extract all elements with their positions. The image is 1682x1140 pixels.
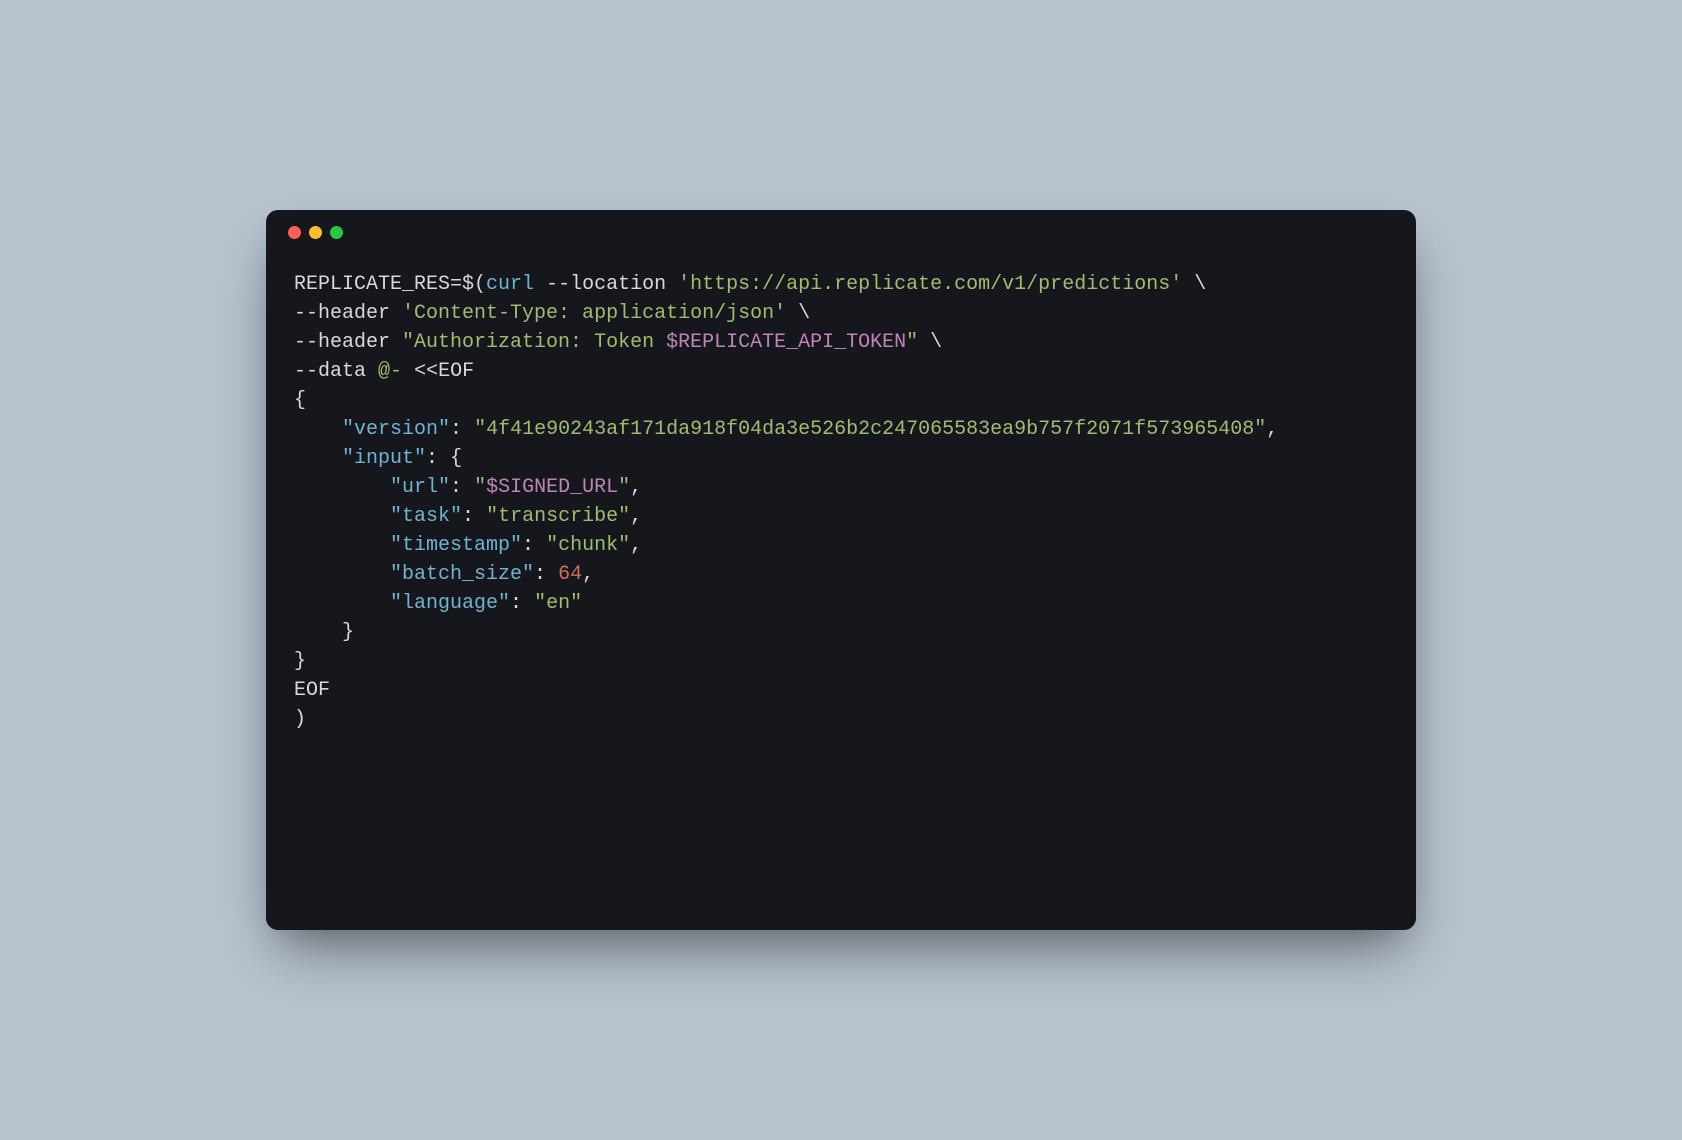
data-stdin: @- <box>378 360 402 383</box>
auth-string-prefix: "Authorization: Token <box>402 331 666 354</box>
json-value-task: "transcribe" <box>486 505 630 528</box>
json-open-brace: { <box>294 389 306 412</box>
window-minimize-button[interactable] <box>309 226 322 239</box>
json-value-language: "en" <box>534 592 582 615</box>
heredoc-start: <<EOF <box>414 360 474 383</box>
json-key-input: "input" <box>342 447 426 470</box>
shell-variable: REPLICATE_RES <box>294 273 450 296</box>
json-key-language: "language" <box>390 592 510 615</box>
flag-location: --location <box>546 273 666 296</box>
terminal-window: REPLICATE_RES=$(curl --location 'https:/… <box>266 210 1416 930</box>
flag-header: --header <box>294 302 390 325</box>
json-value-version: "4f41e90243af171da918f04da3e526b2c247065… <box>474 418 1266 441</box>
line-continuation: \ <box>798 302 810 325</box>
line-continuation: \ <box>930 331 942 354</box>
json-value-timestamp: "chunk" <box>546 534 630 557</box>
json-key-task: "task" <box>390 505 462 528</box>
json-key-batch-size: "batch_size" <box>390 563 534 586</box>
flag-header: --header <box>294 331 390 354</box>
env-replicate-token: $REPLICATE_API_TOKEN <box>666 331 906 354</box>
window-close-button[interactable] <box>288 226 301 239</box>
url-string: 'https://api.replicate.com/v1/prediction… <box>678 273 1182 296</box>
flag-data: --data <box>294 360 366 383</box>
json-key-version: "version" <box>342 418 450 441</box>
line-continuation: \ <box>1194 273 1206 296</box>
paren-close: ) <box>294 708 306 731</box>
json-close-brace: } <box>342 621 354 644</box>
content-type-string: 'Content-Type: application/json' <box>402 302 786 325</box>
command-curl: curl <box>486 273 534 296</box>
json-key-url: "url" <box>390 476 450 499</box>
env-signed-url: $SIGNED_URL <box>486 476 618 499</box>
code-block: REPLICATE_RES=$(curl --location 'https:/… <box>266 254 1416 762</box>
window-zoom-button[interactable] <box>330 226 343 239</box>
json-close-brace: } <box>294 650 306 673</box>
window-titlebar <box>266 210 1416 254</box>
auth-string-suffix: " <box>906 331 918 354</box>
json-key-timestamp: "timestamp" <box>390 534 522 557</box>
json-value-batch-size: 64 <box>558 563 582 586</box>
assign-operator: =$( <box>450 273 486 296</box>
heredoc-end: EOF <box>294 679 330 702</box>
